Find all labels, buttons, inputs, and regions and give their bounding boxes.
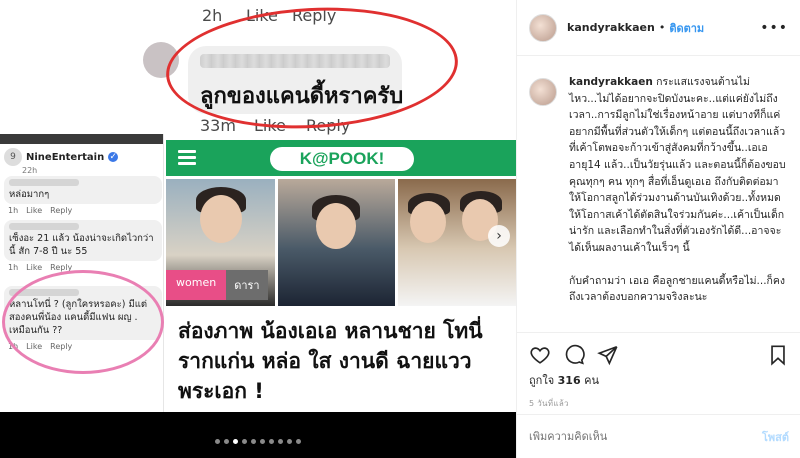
- article-tags: women ดารา: [166, 270, 268, 300]
- comment-bar: โพสต์: [517, 414, 800, 458]
- phone-status-bar: [0, 134, 163, 144]
- carousel-dot[interactable]: [269, 439, 274, 444]
- follow-button[interactable]: ติดตาม: [669, 19, 704, 37]
- article-title: ส่องภาพ น้องเอเอ หลานชาย โทนี่ รากแก่น ห…: [178, 319, 483, 403]
- carousel-dots: [0, 439, 516, 444]
- heart-icon[interactable]: [529, 344, 551, 366]
- post-image[interactable]: 2h Like Reply ลูกของแคนดี้หราครับ 33m Li…: [0, 0, 516, 458]
- post-side-panel: kandyrakkaen • ติดตาม ••• kandyrakkaen ก…: [516, 0, 800, 458]
- caption-area[interactable]: kandyrakkaen กระแสแรงจนต้านไม่ไหว...ไม่ไ…: [517, 64, 800, 328]
- tag-dara: ดารา: [226, 270, 268, 300]
- pink-highlight-circle: [2, 270, 164, 374]
- boy-photo: ›: [398, 179, 516, 306]
- kapook-header: K@POOK!: [166, 140, 516, 176]
- carousel-dot[interactable]: [287, 439, 292, 444]
- post-actions: ถูกใจ 316 คน 5 วันที่แล้ว: [517, 332, 800, 410]
- likes-count[interactable]: ถูกใจ 316 คน: [529, 371, 789, 389]
- fb-comment-text: หล่อมากๆ: [9, 189, 50, 200]
- carousel-dot[interactable]: [224, 439, 229, 444]
- carousel-dot[interactable]: [296, 439, 301, 444]
- share-icon[interactable]: [597, 344, 619, 366]
- instagram-post-view: 2h Like Reply ลูกของแคนดี้หราครับ 33m Li…: [0, 0, 800, 458]
- bookmark-icon[interactable]: [767, 344, 789, 366]
- carousel-dot[interactable]: [251, 439, 256, 444]
- post-header: kandyrakkaen • ติดตาม •••: [517, 0, 800, 56]
- comment-icon[interactable]: [563, 344, 585, 366]
- comment-time: 2h: [202, 6, 223, 25]
- kapook-article-screenshot: K@POOK! › women ดารา ส่องภาพ น้องเอเอ หล…: [166, 140, 516, 412]
- post-timestamp[interactable]: 5 วันที่แล้ว: [529, 397, 789, 410]
- fb-comment: หล่อมากๆ 1h Like Reply: [4, 176, 162, 215]
- carousel-dot[interactable]: [233, 439, 238, 444]
- caption-text: kandyrakkaen กระแสแรงจนต้านไม่ไหว...ไม่ไ…: [569, 76, 786, 304]
- boy-photo: [278, 179, 396, 306]
- carousel-dot[interactable]: [278, 439, 283, 444]
- fb-post-time: 22h: [22, 166, 38, 175]
- comment-input[interactable]: [529, 430, 762, 443]
- avatar[interactable]: [529, 13, 557, 42]
- username-link[interactable]: kandyrakkaen: [567, 21, 655, 34]
- fb-page-name: NineEntertain: [26, 151, 105, 163]
- enlarged-comment-screenshot: 2h Like Reply ลูกของแคนดี้หราครับ 33m Li…: [0, 0, 516, 140]
- hamburger-menu-icon: [178, 150, 196, 166]
- carousel-dot[interactable]: [242, 439, 247, 444]
- page-logo-icon: 9: [4, 148, 22, 166]
- kapook-logo: K@POOK!: [270, 147, 414, 171]
- more-options-icon[interactable]: •••: [760, 20, 788, 36]
- fb-comment: เซ็งอะ 21 แล้ว น้องน่าจะเกิดไวกว่านี้ สั…: [4, 220, 162, 272]
- carousel-dot[interactable]: [260, 439, 265, 444]
- carousel-dot[interactable]: [215, 439, 220, 444]
- caption-username[interactable]: kandyrakkaen: [569, 76, 653, 88]
- fb-comment-text: เซ็งอะ 21 แล้ว น้องน่าจะเกิดไวกว่านี้ สั…: [9, 233, 154, 257]
- avatar[interactable]: [529, 78, 557, 106]
- post-comment-button[interactable]: โพสต์: [762, 428, 789, 446]
- verified-icon: ✓: [108, 152, 119, 162]
- tag-women: women: [166, 270, 227, 300]
- next-arrow-icon: ›: [488, 225, 510, 247]
- carousel-footer: [0, 412, 516, 458]
